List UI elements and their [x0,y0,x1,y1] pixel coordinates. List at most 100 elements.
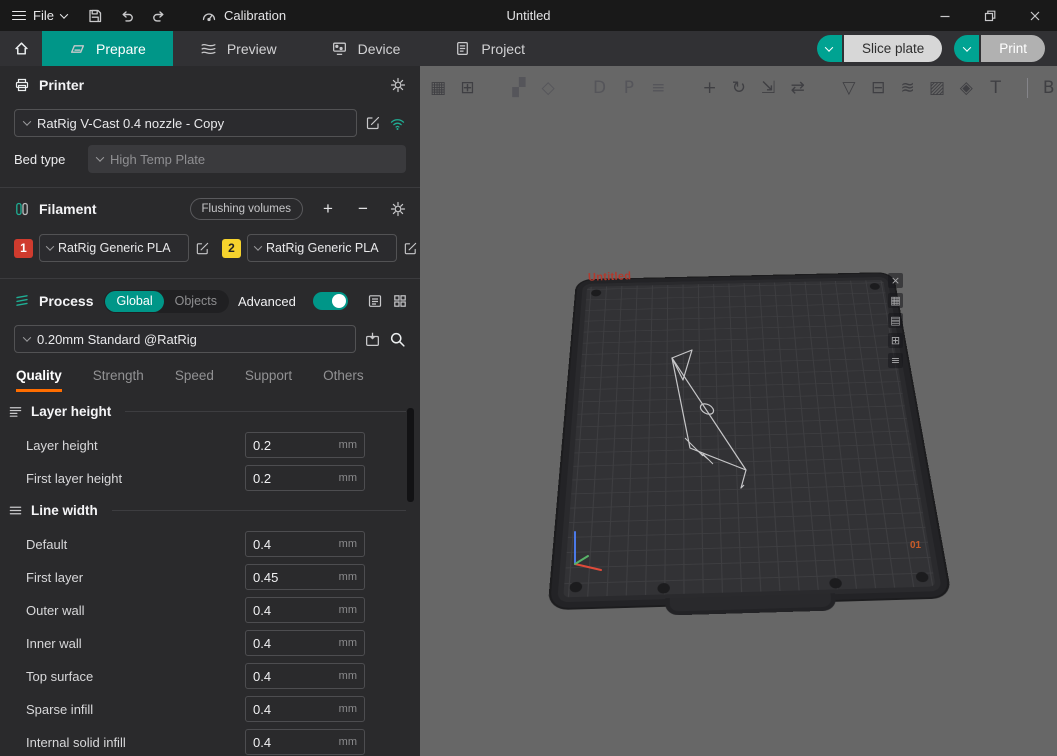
setting-value[interactable]: 0.4 [253,702,339,717]
auto-orient-icon[interactable]: ◇ [540,77,556,99]
line-width-inner-wall-input[interactable]: 0.4 mm [245,630,365,656]
seam-paint-icon[interactable]: ◈ [958,77,974,99]
plate-screw [915,572,929,583]
line-width-outer-wall-input[interactable]: 0.4 mm [245,597,365,623]
settings-list-icon[interactable] [367,293,383,309]
setting-value[interactable]: 0.4 [253,636,339,651]
add-plate-icon[interactable]: ▦ [430,77,446,99]
scope-objects-button[interactable]: Objects [164,291,228,312]
variable-layer-height-icon[interactable]: ≋ [899,77,915,99]
scale-icon[interactable]: ⇲ [760,77,776,99]
tab-speed[interactable]: Speed [175,368,214,392]
plate-arrange-icon[interactable]: ▦ [888,293,903,308]
bed-type-select[interactable]: High Temp Plate [88,145,406,173]
edit-printer-icon[interactable] [365,115,381,131]
tab-support[interactable]: Support [245,368,292,392]
edit-filament-1-icon[interactable] [195,241,210,256]
arrange-icon[interactable]: ▞ [511,77,527,99]
split-to-parts-icon[interactable]: P [621,77,637,99]
print-label[interactable]: Print [979,35,1045,62]
slice-dropdown-chevron-icon[interactable] [817,35,842,62]
filament-2-badge[interactable]: 2 [222,239,241,258]
setting-row: Default 0.4 mm [8,531,420,557]
line-width-internal-solid-infill-input[interactable]: 0.4 mm [245,729,365,755]
printer-connection-wifi-icon[interactable] [389,116,406,131]
filament-settings-gear-icon[interactable] [390,201,406,217]
line-width-default-input[interactable]: 0.4 mm [245,531,365,557]
plate-settings-icon[interactable]: ⊞ [888,333,903,348]
process-icon [14,293,30,309]
home-tab[interactable] [0,31,42,66]
support-paint-icon[interactable]: ▨ [929,77,945,99]
search-preset-icon[interactable] [389,331,406,348]
save-button[interactable] [79,0,111,31]
line-width-top-surface-input[interactable]: 0.4 mm [245,663,365,689]
tab-strength[interactable]: Strength [93,368,144,392]
flushing-volumes-button[interactable]: Flushing volumes [190,198,303,220]
line-width-first-layer-input[interactable]: 0.45 mm [245,564,365,590]
setting-value[interactable]: 0.4 [253,537,339,552]
slice-plate-button[interactable]: Slice plate [817,35,942,62]
assembly-view-icon[interactable]: B [1041,77,1057,99]
process-preset-select[interactable]: 0.20mm Standard @RatRig [14,325,356,353]
file-menu-button[interactable]: File [0,0,79,31]
edit-filament-2-icon[interactable] [403,241,418,256]
maximize-button[interactable] [967,0,1012,31]
tab-prepare[interactable]: Prepare [42,31,173,66]
print-button[interactable]: Print [954,35,1045,62]
close-button[interactable] [1012,0,1057,31]
setting-unit: mm [339,604,357,616]
minimize-button[interactable] [922,0,967,31]
setting-value[interactable]: 0.45 [253,570,339,585]
filament-2-select[interactable]: RatRig Generic PLA [247,234,397,262]
slice-plate-label[interactable]: Slice plate [842,35,942,62]
plate-lock-icon[interactable]: ≡ [888,353,903,368]
print-dropdown-chevron-icon[interactable] [954,35,979,62]
setting-value[interactable]: 0.4 [253,735,339,750]
model-wireframe[interactable] [645,346,765,516]
line-width-sparse-infill-input[interactable]: 0.4 mm [245,696,365,722]
lay-flat-icon[interactable]: ▽ [841,77,857,99]
tab-project[interactable]: Project [427,31,552,66]
cut-icon[interactable]: ⊟ [870,77,886,99]
layer-height-input[interactable]: 0.2 mm [245,432,365,458]
save-icon [87,8,103,24]
group-title: Layer height [31,404,111,419]
tab-quality[interactable]: Quality [16,368,62,392]
split-to-objects-icon[interactable]: D [591,77,607,99]
filament-1-select[interactable]: RatRig Generic PLA [39,234,189,262]
printer-settings-gear-icon[interactable] [390,77,406,93]
object-list-icon[interactable]: ≡ [650,77,666,99]
move-icon[interactable]: + [701,77,717,99]
scope-global-button[interactable]: Global [105,291,163,312]
redo-button[interactable] [143,0,175,31]
plate-rename-icon[interactable]: ▤ [888,313,903,328]
setting-value[interactable]: 0.2 [253,438,339,453]
first-layer-height-input[interactable]: 0.2 mm [245,465,365,491]
settings-scrollbar[interactable] [407,408,414,502]
setting-value[interactable]: 0.4 [253,603,339,618]
viewport-3d[interactable]: ▦ ⊞ ▞ ◇ D P ≡ + ↻ ⇲ ⇄ ▽ ⊟ ≋ ▨ ◈ T B [420,66,1057,756]
scope-toggle: Global Objects [104,290,229,313]
mirror-icon[interactable]: ⇄ [789,77,805,99]
tab-device[interactable]: Device [304,31,428,66]
compare-presets-icon[interactable] [392,293,408,309]
plate-close-icon[interactable]: × [888,273,903,288]
setting-value[interactable]: 0.4 [253,669,339,684]
filament-1-badge[interactable]: 1 [14,239,33,258]
tab-preview[interactable]: Preview [173,31,304,66]
setting-value[interactable]: 0.2 [253,471,339,486]
undo-icon [119,8,135,24]
tab-others[interactable]: Others [323,368,364,392]
calibration-button[interactable]: Calibration [189,0,298,31]
text-tool-icon[interactable]: T [988,77,1004,99]
rotate-icon[interactable]: ↻ [731,77,747,99]
remove-filament-button[interactable]: − [355,201,371,217]
save-preset-icon[interactable] [364,331,381,348]
undo-button[interactable] [111,0,143,31]
printer-preset-select[interactable]: RatRig V-Cast 0.4 nozzle - Copy [14,109,357,137]
add-filament-button[interactable]: + [320,201,336,217]
plate-name-label: Untitled [588,270,632,284]
advanced-toggle[interactable] [313,292,348,310]
add-printable-plate-icon[interactable]: ⊞ [459,77,475,99]
